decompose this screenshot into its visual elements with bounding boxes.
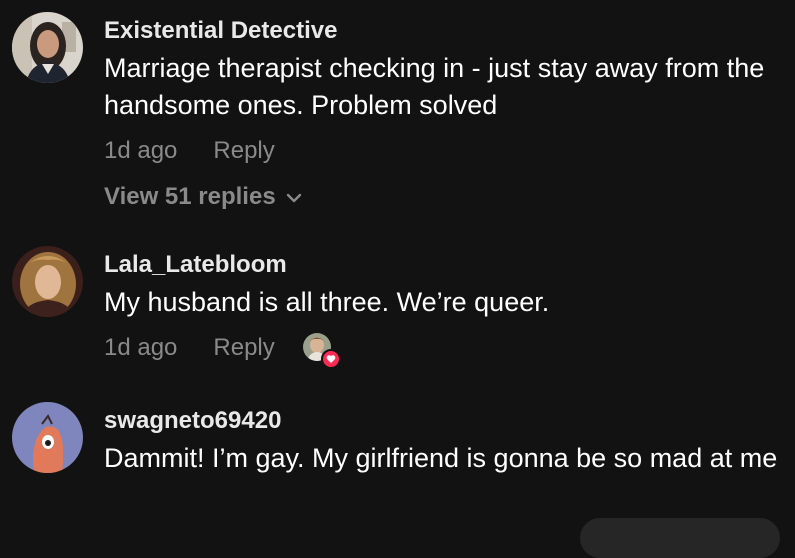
view-replies-label: View 51 replies xyxy=(104,183,276,210)
chevron-down-icon xyxy=(286,182,302,212)
heart-icon xyxy=(320,349,341,369)
comment-text: Marriage therapist checking in - just st… xyxy=(104,53,765,120)
bottom-pill xyxy=(580,518,780,558)
comment-meta: 1d ago Reply xyxy=(104,136,789,166)
comment-timestamp: 1d ago xyxy=(104,137,178,164)
comment-username[interactable]: Lala_Latebloom xyxy=(104,250,789,280)
reply-button[interactable]: Reply xyxy=(213,136,274,166)
comment-meta: 1d ago Reply xyxy=(104,333,789,369)
comment-username[interactable]: swagneto69420 xyxy=(104,406,789,436)
comment-timestamp: 1d ago xyxy=(104,334,178,361)
avatar[interactable] xyxy=(12,402,83,473)
comment-text: Dammit! I’m gay. My girlfriend is gonna … xyxy=(104,443,778,473)
view-replies-button[interactable]: View 51 replies xyxy=(104,182,789,212)
reply-button[interactable]: Reply xyxy=(213,333,274,363)
avatar[interactable] xyxy=(12,12,83,83)
comment-text: My husband is all three. We’re queer. xyxy=(104,287,550,317)
comment-username[interactable]: Existential Detective xyxy=(104,16,789,46)
avatar[interactable] xyxy=(12,246,83,317)
liked-by-creator-badge xyxy=(302,333,341,369)
